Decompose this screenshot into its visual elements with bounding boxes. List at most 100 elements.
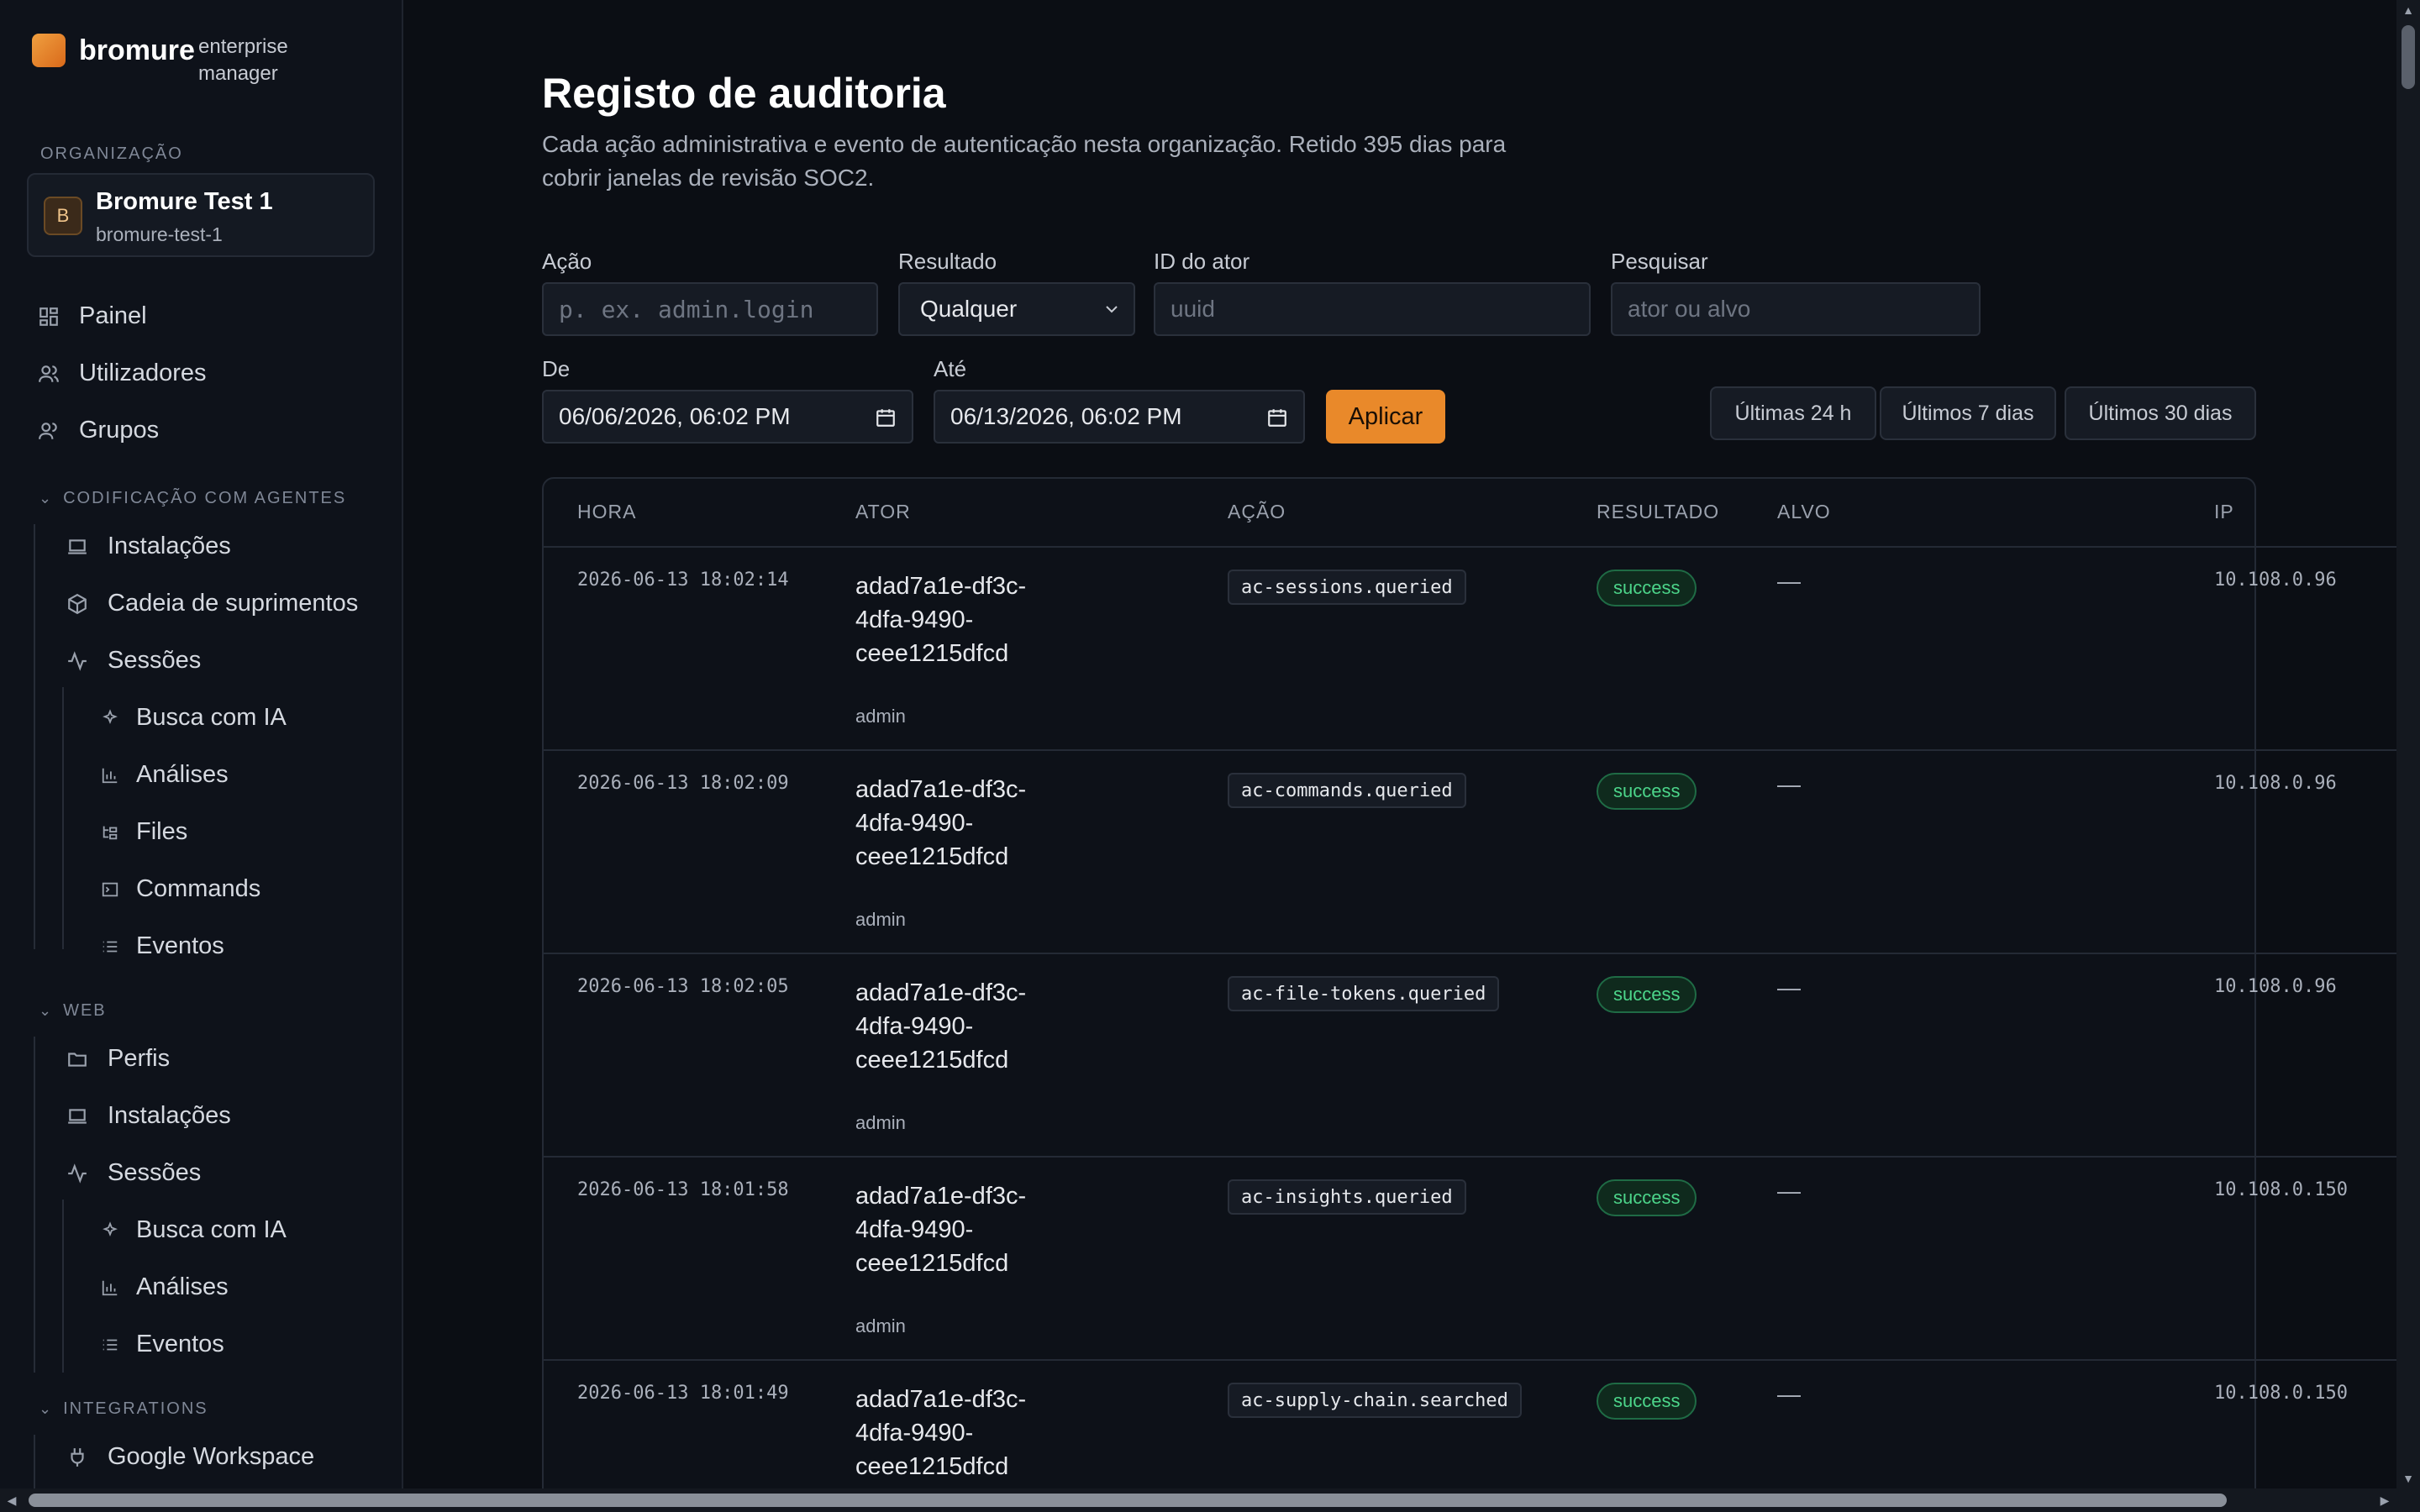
org-slug: bromure-test-1 — [96, 223, 223, 245]
users-icon — [37, 362, 60, 386]
tree-guide — [34, 1435, 35, 1488]
bar-chart-icon — [99, 764, 121, 786]
row-actor: adad7a1e-df3c-4dfa-9490-ceee1215dfcd — [855, 1386, 1027, 1480]
sidebar-item-agents-busca[interactable]: Busca com IA — [99, 704, 287, 732]
to-date-label: Até — [934, 356, 967, 381]
row-actor: adad7a1e-df3c-4dfa-9490-ceee1215dfcd — [855, 573, 1027, 667]
sidebar-item-web-instalacoes[interactable]: Instalações — [66, 1102, 231, 1130]
table-row[interactable]: 2026-06-13 18:02:09 adad7a1e-df3c-4dfa-9… — [544, 751, 2396, 954]
scroll-down-icon[interactable]: ▼ — [2402, 1472, 2415, 1485]
chevron-down-icon: ⌄ — [39, 490, 54, 507]
row-target: — — [1777, 771, 1801, 797]
horizontal-scroll-thumb[interactable] — [29, 1494, 2227, 1507]
section-integrations[interactable]: ⌄ INTEGRATIONS — [39, 1399, 208, 1419]
row-time: 2026-06-13 18:02:14 — [577, 570, 789, 591]
brand-name: bromure — [79, 34, 195, 66]
sidebar-item-agents-instalacoes[interactable]: Instalações — [66, 533, 231, 560]
to-date-value: 06/13/2026, 06:02 PM — [950, 403, 1182, 429]
org-switcher[interactable]: B Bromure Test 1 bromure-test-1 — [27, 173, 375, 257]
range-30d-button[interactable]: Últimos 30 dias — [2065, 386, 2256, 440]
table-row[interactable]: 2026-06-13 18:02:05 adad7a1e-df3c-4dfa-9… — [544, 954, 2396, 1158]
sidebar-item-agents-eventos[interactable]: Eventos — [99, 932, 224, 960]
sidebar-item-label: Análises — [136, 1273, 229, 1300]
calendar-icon[interactable] — [875, 407, 897, 428]
row-actor-role: admin — [855, 1112, 906, 1133]
audit-table: HORA ATOR AÇÃO RESULTADO ALVO IP 2026-06… — [542, 477, 2396, 1488]
tree-guide — [62, 1200, 64, 1373]
sidebar-item-label: Instalações — [108, 1102, 231, 1129]
page-description: Cada ação administrativa e evento de aut… — [542, 131, 1507, 191]
sidebar-item-web-perfis[interactable]: Perfis — [66, 1045, 170, 1073]
sidebar-item-web-sessoes[interactable]: Sessões — [66, 1159, 201, 1187]
horizontal-scrollbar[interactable]: ◀ ▶ — [0, 1488, 2420, 1512]
from-date-input[interactable]: 06/06/2026, 06:02 PM — [542, 390, 913, 444]
sparkles-icon — [99, 707, 121, 729]
groups-icon — [37, 419, 60, 443]
section-agents-label: CODIFICAÇÃO COM AGENTES — [63, 489, 347, 507]
scroll-right-icon[interactable]: ▶ — [2378, 1494, 2391, 1507]
action-filter-input[interactable]: p. ex. admin.login — [542, 282, 878, 336]
actor-filter-input[interactable]: uuid — [1154, 282, 1591, 336]
sidebar-item-web-eventos[interactable]: Eventos — [99, 1331, 224, 1358]
sidebar-item-label: Busca com IA — [136, 704, 287, 731]
brand[interactable]: bromure — [32, 34, 195, 67]
sidebar: bromure enterprise manager ORGANIZAÇÃO B… — [0, 0, 403, 1488]
range-24h-button[interactable]: Últimas 24 h — [1710, 386, 1876, 440]
table-row[interactable]: 2026-06-13 18:01:49 adad7a1e-df3c-4dfa-9… — [544, 1361, 2396, 1488]
to-date-input[interactable]: 06/13/2026, 06:02 PM — [934, 390, 1305, 444]
row-action: ac-commands.queried — [1228, 773, 1466, 808]
row-actor: adad7a1e-df3c-4dfa-9490-ceee1215dfcd — [855, 1183, 1027, 1277]
row-actor: adad7a1e-df3c-4dfa-9490-ceee1215dfcd — [855, 776, 1027, 870]
row-ip: 10.108.0.150 — [2214, 1179, 2348, 1200]
scroll-up-icon[interactable]: ▲ — [2402, 3, 2415, 17]
status-badge: success — [1597, 1179, 1697, 1216]
table-row[interactable]: 2026-06-13 18:02:14 adad7a1e-df3c-4dfa-9… — [544, 548, 2396, 751]
section-integrations-label: INTEGRATIONS — [63, 1399, 208, 1418]
table-row[interactable]: 2026-06-13 18:01:58 adad7a1e-df3c-4dfa-9… — [544, 1158, 2396, 1361]
laptop-icon — [66, 535, 89, 559]
row-actor-role: admin — [855, 909, 906, 930]
calendar-icon[interactable] — [1266, 407, 1288, 428]
activity-icon — [66, 1162, 89, 1185]
status-badge: success — [1597, 570, 1697, 606]
action-filter-label: Ação — [542, 249, 592, 274]
terminal-icon — [99, 879, 121, 900]
search-input[interactable]: ator ou alvo — [1611, 282, 1981, 336]
sidebar-item-label: Sessões — [108, 647, 202, 674]
sidebar-item-painel[interactable]: Painel — [37, 302, 147, 330]
page-title: Registo de auditoria — [542, 70, 946, 117]
range-7d-button[interactable]: Últimos 7 dias — [1880, 386, 2056, 440]
sidebar-item-utilizadores[interactable]: Utilizadores — [37, 360, 207, 387]
result-filter-value: Qualquer — [920, 296, 1018, 322]
col-header-result: RESULTADO — [1597, 501, 1720, 522]
row-time: 2026-06-13 18:02:09 — [577, 773, 789, 794]
sidebar-item-agents-files[interactable]: Files — [99, 818, 187, 846]
sidebar-item-agents-sessoes[interactable]: Sessões — [66, 647, 201, 675]
row-target: — — [1777, 974, 1801, 1000]
row-actor: adad7a1e-df3c-4dfa-9490-ceee1215dfcd — [855, 979, 1027, 1074]
brand-subtitle: enterprise manager — [198, 35, 288, 85]
result-filter-select[interactable]: Qualquer — [898, 282, 1135, 336]
section-web[interactable]: ⌄ WEB — [39, 1001, 107, 1021]
apply-button[interactable]: Aplicar — [1326, 390, 1445, 444]
row-time: 2026-06-13 18:02:05 — [577, 976, 789, 997]
row-action: ac-sessions.queried — [1228, 570, 1466, 605]
sidebar-item-google-workspace[interactable]: Google Workspace — [66, 1443, 314, 1471]
sidebar-item-agents-analises[interactable]: Análises — [99, 761, 229, 789]
section-agents[interactable]: ⌄ CODIFICAÇÃO COM AGENTES — [39, 489, 346, 508]
col-header-target: ALVO — [1777, 501, 1831, 522]
vertical-scrollbar[interactable]: ▲ ▼ — [2396, 0, 2420, 1488]
sidebar-item-web-busca[interactable]: Busca com IA — [99, 1216, 287, 1244]
chevron-down-icon: ⌄ — [39, 1002, 54, 1019]
sidebar-item-label: Análises — [136, 761, 229, 788]
sidebar-item-grupos[interactable]: Grupos — [37, 417, 159, 444]
vertical-scroll-thumb[interactable] — [2402, 25, 2415, 89]
col-header-ip: IP — [2214, 501, 2234, 522]
scroll-left-icon[interactable]: ◀ — [5, 1494, 18, 1507]
sidebar-item-agents-commands[interactable]: Commands — [99, 875, 260, 903]
sidebar-item-label: Instalações — [108, 533, 231, 559]
sidebar-item-agents-supply-chain[interactable]: Cadeia de suprimentos — [66, 590, 358, 617]
org-section-label: ORGANIZAÇÃO — [40, 144, 183, 163]
row-action: ac-insights.queried — [1228, 1179, 1466, 1215]
sidebar-item-web-analises[interactable]: Análises — [99, 1273, 229, 1301]
